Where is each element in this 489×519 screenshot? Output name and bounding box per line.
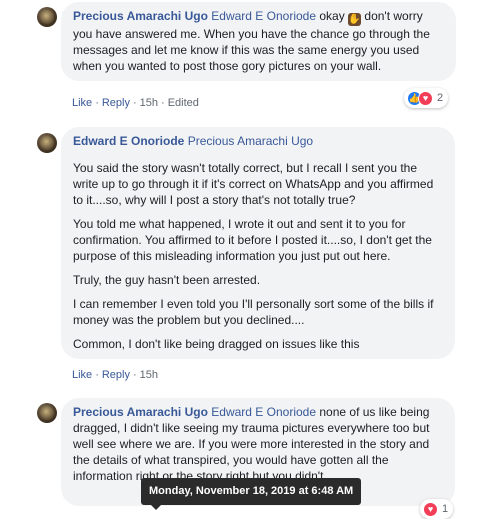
avatar[interactable] [37, 133, 57, 153]
timestamp-tooltip: Monday, November 18, 2019 at 6:48 AM [141, 478, 362, 510]
comment-author[interactable]: Edward E Onoriode [73, 134, 184, 148]
timestamp[interactable]: 15h [140, 369, 158, 381]
like-link[interactable]: Like [72, 369, 92, 381]
comment-paragraph: You said the story wasn't totally correc… [73, 161, 434, 207]
tooltip-text: Monday, November 18, 2019 at 6:48 AM [149, 485, 354, 497]
comment-actions: Like · Reply · 15h · Edited [72, 97, 199, 109]
comment-paragraph: I can remember I even told you I'll pers… [73, 297, 434, 327]
tooltip-arrow [151, 505, 161, 510]
reaction-count: 2 [437, 92, 444, 104]
heart-icon: ♥ [418, 90, 433, 106]
edited-label[interactable]: Edited [168, 97, 199, 109]
avatar[interactable] [37, 403, 57, 423]
comment-paragraph: You told me what happened, I wrote it ou… [73, 217, 432, 263]
mention-tag[interactable]: Edward E Onoriode [211, 9, 316, 23]
comment-author[interactable]: Precious Amarachi Ugo [73, 405, 208, 419]
reply-link[interactable]: Reply [102, 97, 130, 109]
timestamp[interactable]: 15h [140, 97, 158, 109]
reactions-summary[interactable]: ♥ 1 [420, 499, 454, 519]
comment-author[interactable]: Precious Amarachi Ugo [73, 9, 208, 23]
avatar[interactable] [37, 7, 57, 27]
reactions-summary[interactable]: 👍 ♥ 2 [404, 88, 449, 108]
mention-tag[interactable]: Edward E Onoriode [211, 405, 316, 419]
reaction-count: 1 [442, 503, 449, 515]
ok-hand-emoji-icon: ✋ [348, 13, 362, 26]
comment-paragraph: Common, I don't like being dragged on is… [73, 337, 360, 351]
comment-paragraph: Truly, the guy hasn't been arrested. [73, 273, 261, 287]
comment-bubble: Edward E Onoriode Precious Amarachi Ugo … [61, 127, 455, 359]
comment-actions: Like · Reply · 15h [72, 369, 159, 381]
comment-text: okay [319, 9, 345, 23]
heart-icon: ♥ [423, 501, 438, 517]
mention-tag[interactable]: Precious Amarachi Ugo [188, 134, 313, 148]
comment-bubble: Precious Amarachi Ugo Edward E Onoriode … [61, 2, 456, 81]
reply-link[interactable]: Reply [102, 369, 130, 381]
like-link[interactable]: Like [72, 97, 92, 109]
